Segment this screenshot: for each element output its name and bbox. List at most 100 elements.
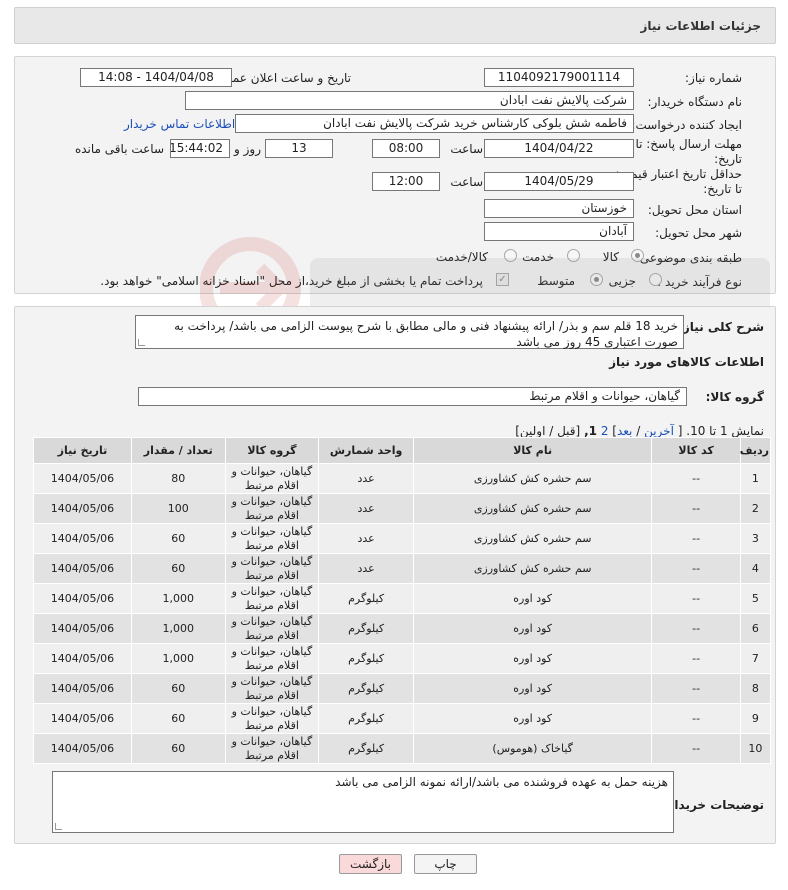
item-qty: 60 [130,703,226,734]
item-date: 1404/05/06 [33,703,132,734]
row-number: 9 [739,703,772,734]
buyer-notes-text: هزینه حمل به عهده فروشنده می باشد/ارائه … [335,775,668,789]
item-name: کود اوره [412,673,653,704]
creator-label: ایجاد کننده درخواست: [631,118,742,132]
item-unit: کیلوگرم [318,703,414,734]
print-button[interactable]: چاپ [414,854,477,874]
item-date: 1404/05/06 [33,673,132,704]
item-unit: کیلوگرم [318,733,414,764]
item-date: 1404/05/06 [33,463,132,494]
goods-info-title: اطلاعات کالاهای مورد نیاز [609,355,764,369]
item-qty: 60 [130,523,226,554]
item-name: سم حشره کش کشاورزی [412,493,653,524]
category-radio-goods-service[interactable] [504,249,517,262]
item-code: -- [651,613,741,644]
announce-field: 1404/04/08 - 14:08 [80,68,232,87]
pagination-page-1: 1, [584,424,597,438]
row-number: 6 [739,613,772,644]
item-qty: 100 [130,493,226,524]
category-option-goods-service: کالا/خدمت [435,250,488,264]
validity-label-line1: حداقل تاریخ اعتبار قیمت: [615,167,742,181]
deadline-date-field: 1404/04/22 [484,139,634,158]
item-group: گیاهان، حیوانات و اقلام مرتبط [224,523,320,554]
creator-field: فاطمه شش بلوکی کارشناس خرید شرکت پالایش … [235,114,634,133]
table-row: 2 -- سم حشره کش کشاورزی عدد گیاهان، حیوانات … [33,493,772,524]
item-name: گیاخاک (هوموس) [412,733,653,764]
row-number: 5 [739,583,772,614]
table-row: 3 -- سم حشره کش کشاورزی عدد گیاهان، حیوانات … [33,523,772,554]
resize-handle-icon[interactable] [138,339,145,346]
item-code: -- [651,733,741,764]
remaining-label: ساعت باقی مانده [74,142,164,156]
resize-handle-icon[interactable] [55,823,62,830]
item-group: گیاهان، حیوانات و اقلام مرتبط [224,493,320,524]
description-textarea[interactable]: خرید 18 قلم سم و بذر/ ارائه پیشنهاد فنی … [135,315,684,349]
item-code: -- [651,673,741,704]
item-name: سم حشره کش کشاورزی [412,523,653,554]
back-button[interactable]: بازگشت [339,854,402,874]
item-code: -- [651,643,741,674]
category-label: طبقه بندی موضوعی: [635,251,742,265]
item-unit: عدد [318,553,414,584]
item-code: -- [651,583,741,614]
item-group: گیاهان، حیوانات و اقلام مرتبط [224,673,320,704]
item-group: گیاهان، حیوانات و اقلام مرتبط [224,613,320,644]
deadline-time-label: ساعت [450,142,483,156]
item-date: 1404/05/06 [33,523,132,554]
row-number: 4 [739,553,772,584]
validity-date-field: 1404/05/29 [484,172,634,191]
buyer-org-field: شرکت پالایش نفت ابادان [185,91,634,110]
item-unit: عدد [318,463,414,494]
item-group: گیاهان، حیوانات و اقلام مرتبط [224,583,320,614]
days-remaining-field: 13 [265,139,333,158]
row-number: 2 [739,493,772,524]
buyer-notes-textarea[interactable]: هزینه حمل به عهده فروشنده می باشد/ارائه … [52,771,674,833]
city-field: آبادان [484,222,634,241]
pagination-last-link[interactable]: آخرین [644,424,674,438]
process-label: نوع فرآیند خرید : [657,275,742,289]
item-group: گیاهان، حیوانات و اقلام مرتبط [224,703,320,734]
item-name: سم حشره کش کشاورزی [412,463,653,494]
goods-table: ردیف کد کالا نام کالا واحد شمارش گروه کا… [33,437,772,764]
process-radio-minor[interactable] [649,273,662,286]
need-number-label: شماره نیاز: [685,71,742,85]
item-code: -- [651,703,741,734]
category-option-goods: کالا [602,250,619,264]
process-radio-medium[interactable] [590,273,603,286]
category-radio-goods[interactable] [631,249,644,262]
row-number: 8 [739,673,772,704]
days-label: روز و [234,142,261,156]
pagination-next-link[interactable]: بعد [617,424,632,438]
row-number: 10 [739,733,772,764]
col-row-header: ردیف [740,437,772,464]
item-qty: 60 [130,733,226,764]
pagination: نمایش 1 تا 10. [ آخرین / بعد] 2 1, [قبل … [515,424,764,438]
item-name: کود اوره [412,643,653,674]
item-code: -- [651,463,741,494]
item-qty: 80 [130,463,226,494]
buyer-org-label: نام دستگاه خریدار: [647,95,743,109]
page-header: جزئیات اطلاعات نیاز [14,7,776,44]
goods-group-field: گیاهان، حیوانات و اقلام مرتبط [138,387,687,406]
item-name: سم حشره کش کشاورزی [412,553,653,584]
pagination-page-2[interactable]: 2 [601,424,609,438]
table-row: 9 -- کود اوره کیلوگرم گیاهان، حیوانات و اقلا… [33,703,772,734]
description-text: خرید 18 قلم سم و بذر/ ارائه پیشنهاد فنی … [174,319,678,349]
item-qty: 60 [130,553,226,584]
item-date: 1404/05/06 [33,583,132,614]
buyer-contact-link[interactable]: اطلاعات تماس خریدار [124,117,235,131]
category-radio-service[interactable] [567,249,580,262]
table-row: 4 -- سم حشره کش کشاورزی عدد گیاهان، حیوانات … [33,553,772,584]
item-qty: 1,000 [130,643,226,674]
item-name: کود اوره [412,613,653,644]
payment-checkbox[interactable]: ✓ [496,273,509,286]
item-date: 1404/05/06 [33,643,132,674]
item-qty: 60 [130,673,226,704]
table-row: 5 -- کود اوره کیلوگرم گیاهان، حیوانات و اقلا… [33,583,772,614]
item-code: -- [651,493,741,524]
item-qty: 1,000 [130,613,226,644]
description-label: شرح کلی نیاز: [678,320,764,334]
item-name: کود اوره [412,583,653,614]
buyer-notes-label: توضیحات خریدار: [662,798,764,812]
validity-label-line2: تا تاریخ: [703,182,742,196]
